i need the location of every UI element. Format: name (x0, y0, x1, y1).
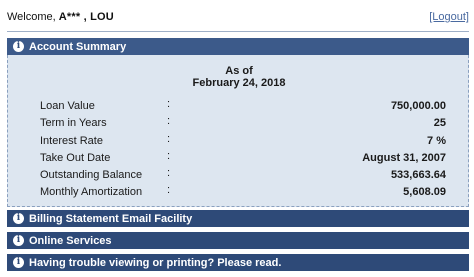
summary-row-loan-value: Loan Value : 750,000.00 (8, 98, 470, 115)
welcome-message: Welcome, A*** , LOU (7, 11, 114, 23)
summary-row-monthly-amortization: Monthly Amortization : 5,608.09 (8, 184, 470, 201)
row-label: Outstanding Balance (40, 169, 143, 181)
billing-statement-email-header[interactable]: i Billing Statement Email Facility (7, 210, 469, 227)
trouble-viewing-header[interactable]: i Having trouble viewing or printing? Pl… (7, 254, 469, 271)
user-name: A*** , LOU (58, 11, 114, 23)
info-icon: i (13, 235, 24, 246)
row-separator: : (167, 133, 171, 145)
as-of-label: As of (225, 65, 253, 77)
header-divider (7, 31, 469, 32)
summary-row-outstanding-balance: Outstanding Balance : 533,663.64 (8, 167, 470, 184)
row-value: 25 (433, 117, 446, 129)
logout-link[interactable]: [Logout] (429, 11, 469, 23)
account-summary-header[interactable]: i Account Summary (7, 38, 469, 55)
summary-row-term-in-years: Term in Years : 25 (8, 115, 470, 132)
account-summary-title: Account Summary (29, 40, 127, 53)
row-value: 533,663.64 (390, 169, 446, 181)
account-summary-panel: As of February 24, 2018 Loan Value : 750… (7, 55, 469, 207)
summary-row-take-out-date: Take Out Date : August 31, 2007 (8, 150, 470, 167)
row-label: Loan Value (40, 100, 95, 112)
row-value: August 31, 2007 (362, 152, 446, 164)
section-title: Having trouble viewing or printing? Plea… (29, 256, 282, 269)
row-label: Term in Years (40, 117, 107, 129)
info-icon: i (13, 213, 24, 224)
row-value: 750,000.00 (390, 100, 446, 112)
row-value: 5,608.09 (403, 186, 446, 198)
welcome-prefix: Welcome, (7, 11, 59, 23)
online-services-header[interactable]: i Online Services (7, 232, 469, 249)
as-of-block: As of February 24, 2018 (8, 65, 470, 89)
top-bar: Welcome, A*** , LOU [Logout] (0, 0, 474, 30)
row-separator: : (167, 184, 171, 196)
row-label: Monthly Amortization (40, 186, 143, 198)
section-title: Billing Statement Email Facility (29, 212, 193, 225)
row-separator: : (167, 167, 171, 179)
row-value: 7 % (427, 135, 446, 147)
summary-row-interest-rate: Interest Rate : 7 % (8, 133, 470, 150)
row-separator: : (167, 98, 171, 110)
section-title: Online Services (29, 234, 112, 247)
row-separator: : (167, 115, 171, 127)
row-separator: : (167, 150, 171, 162)
info-icon: i (13, 257, 24, 268)
row-label: Take Out Date (40, 152, 111, 164)
row-label: Interest Rate (40, 135, 103, 147)
info-icon: i (13, 41, 24, 52)
as-of-date: February 24, 2018 (192, 77, 286, 89)
